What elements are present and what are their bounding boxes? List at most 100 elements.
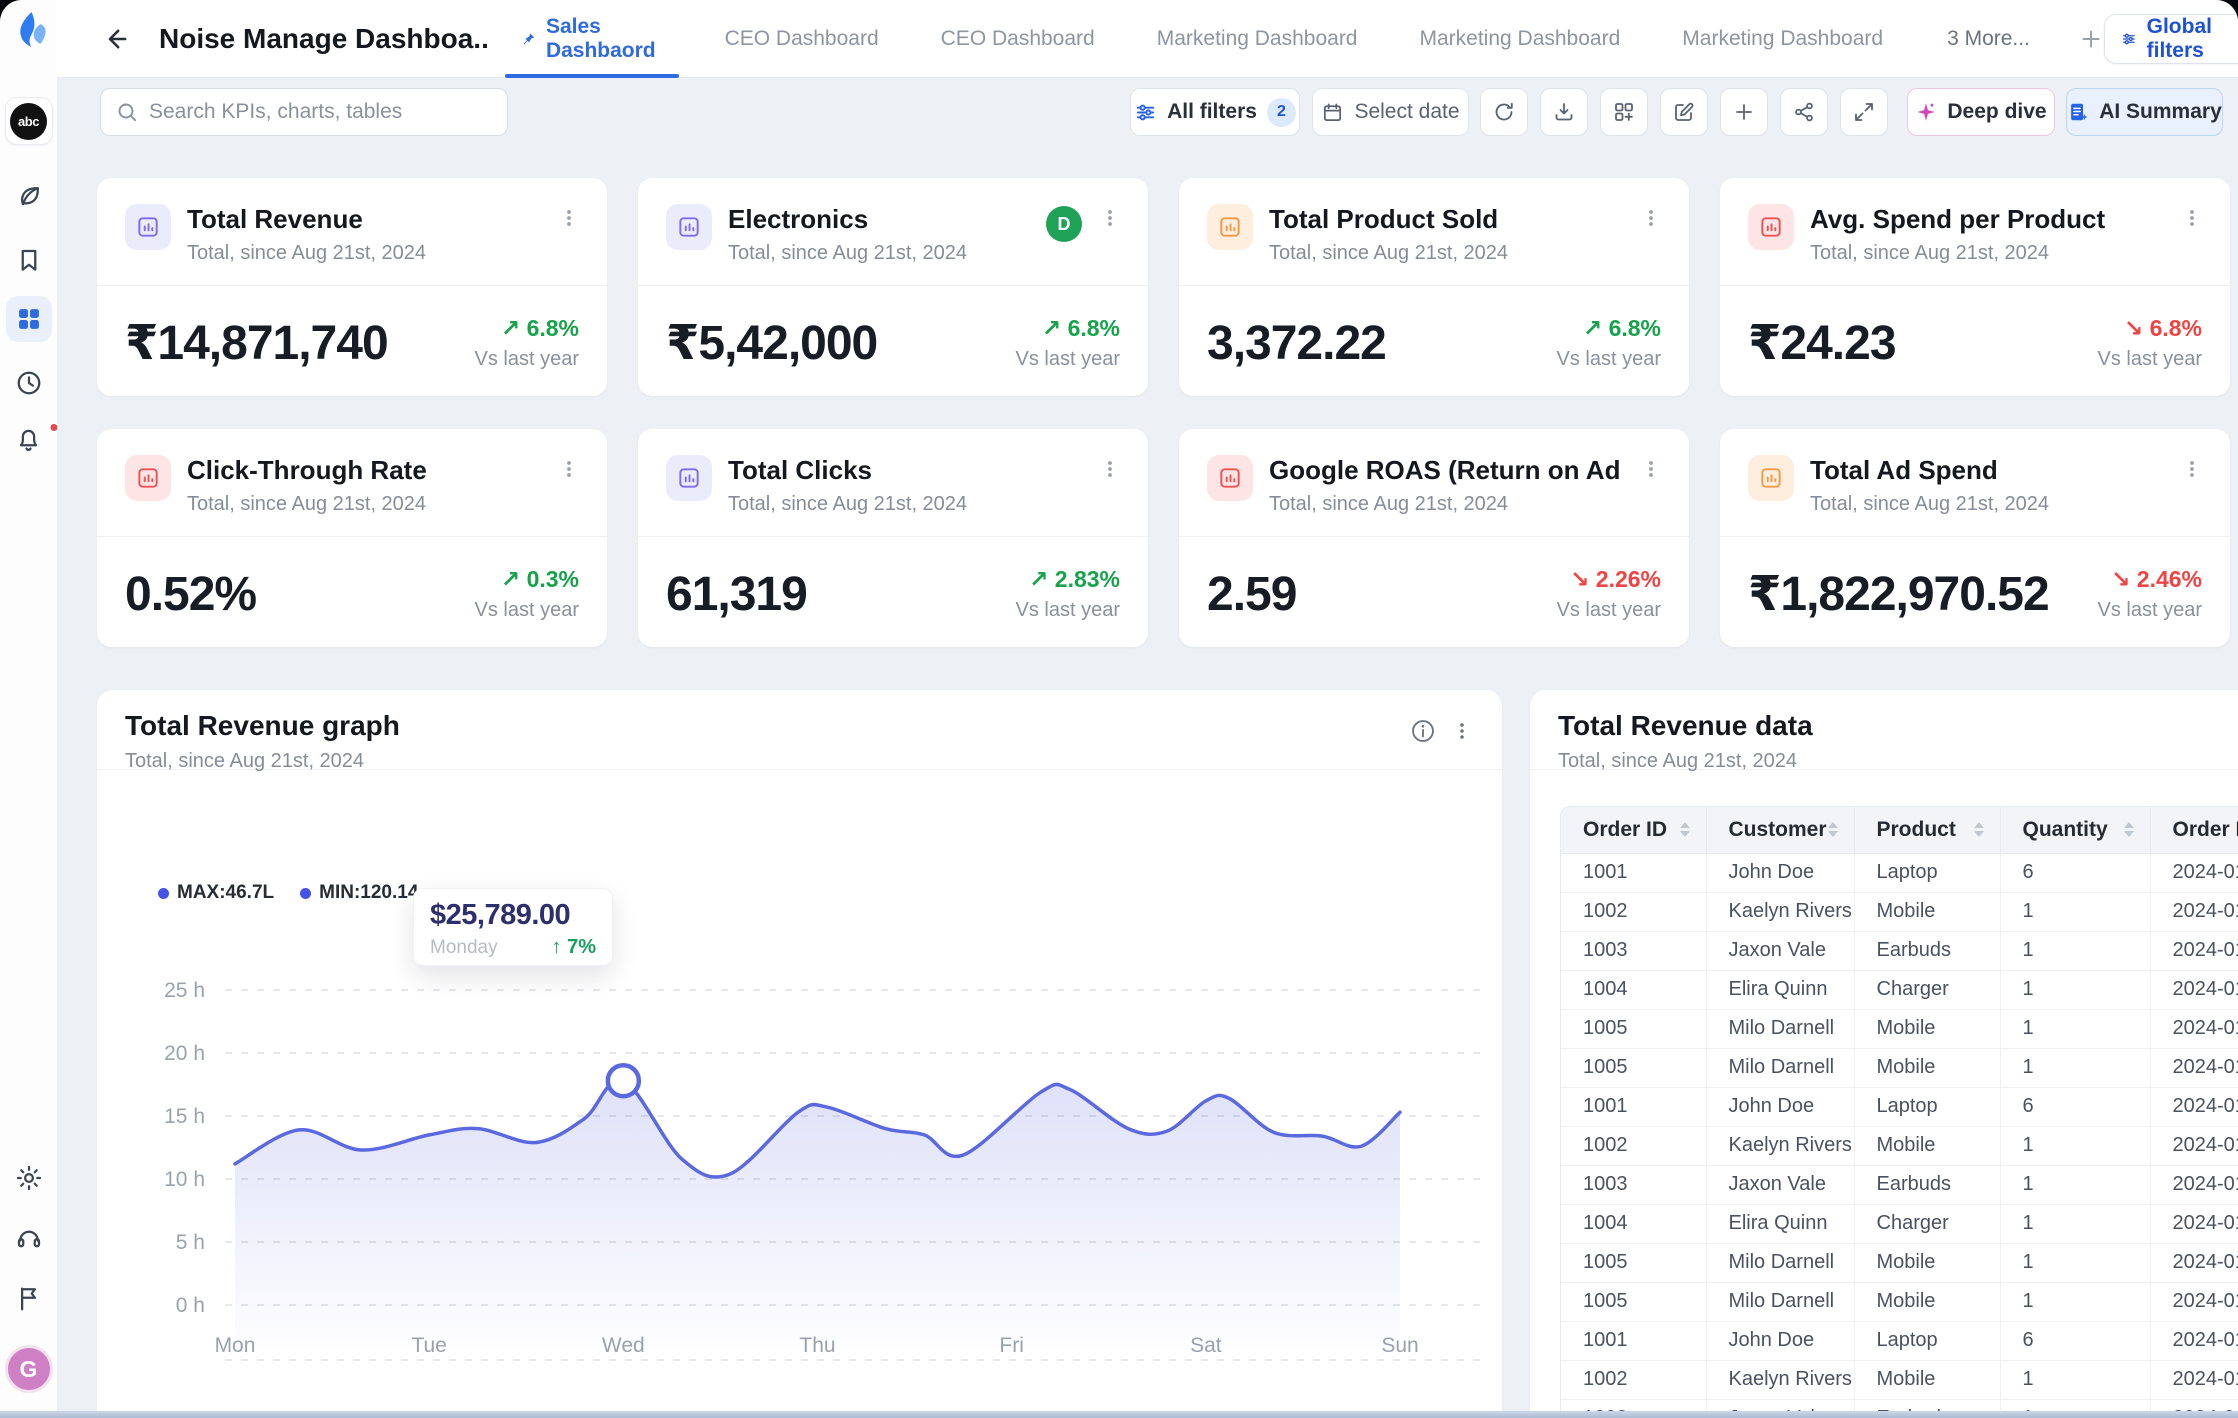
table-title: Total Revenue data: [1558, 710, 1813, 742]
chart-marker[interactable]: [608, 1065, 639, 1096]
table-row[interactable]: 1005Milo DarnellMobile12024-01-: [1561, 1282, 2238, 1321]
kpi-delta: ↗ 6.8%: [475, 315, 579, 342]
gear-icon: [14, 1163, 44, 1193]
sidebar-item-settings[interactable]: [14, 1163, 44, 1193]
sort-icon[interactable]: [2124, 822, 2134, 837]
kebab-menu-icon[interactable]: [1639, 457, 1663, 481]
share-button[interactable]: [1780, 88, 1828, 136]
all-filters-button[interactable]: All filters 2: [1130, 88, 1300, 136]
all-filters-count: 2: [1267, 98, 1296, 127]
table-row[interactable]: 1005Milo DarnellMobile12024-01-: [1561, 1048, 2238, 1087]
filters-icon: [1134, 101, 1157, 124]
global-filters-button[interactable]: Global filters 6: [2104, 14, 2238, 64]
app-logo-icon[interactable]: [7, 8, 51, 56]
workspace-badge[interactable]: abc: [5, 97, 53, 145]
sidebar-item-dashboards[interactable]: [6, 296, 52, 342]
select-date-label: Select date: [1354, 100, 1459, 124]
add-button[interactable]: [1720, 88, 1768, 136]
sort-icon[interactable]: [1680, 822, 1690, 837]
user-avatar[interactable]: G: [5, 1345, 53, 1393]
kpi-subtitle: Total, since Aug 21st, 2024: [1269, 493, 1623, 516]
kpi-value: 3,372.22: [1207, 316, 1386, 371]
tab-marketing-dashboard-1[interactable]: Marketing Dashboard: [1157, 27, 1358, 51]
kpi-compare: Vs last year: [1557, 599, 1661, 622]
edit-button[interactable]: [1660, 88, 1708, 136]
kpi-title: Total Product Sold: [1269, 204, 1623, 235]
kpi-delta: ↗ 0.3%: [475, 566, 579, 593]
tab-ceo-dashboard-1[interactable]: CEO Dashboard: [725, 27, 879, 51]
kebab-menu-icon[interactable]: [1098, 206, 1122, 230]
column-header-order-id[interactable]: Order ID: [1561, 807, 1706, 853]
sidebar-item-notifications[interactable]: [0, 424, 57, 454]
tab-marketing-dashboard-3[interactable]: Marketing Dashboard: [1682, 27, 1883, 51]
tab-ceo-dashboard-2[interactable]: CEO Dashboard: [941, 27, 1095, 51]
kebab-menu-icon[interactable]: [2180, 457, 2204, 481]
refresh-icon: [1492, 100, 1516, 124]
kebab-menu-icon[interactable]: [557, 457, 581, 481]
search-input[interactable]: [149, 100, 493, 124]
select-date-button[interactable]: Select date: [1312, 88, 1469, 136]
sidebar-item-feedback[interactable]: [14, 1283, 44, 1313]
kpi-compare: Vs last year: [1016, 599, 1120, 622]
table-row[interactable]: 1003Jaxon ValeEarbuds12024-01-: [1561, 931, 2238, 970]
sort-icon[interactable]: [1974, 822, 1984, 837]
table-row[interactable]: 1002Kaelyn RiversMobile12024-01-: [1561, 1360, 2238, 1399]
back-button[interactable]: [103, 23, 131, 55]
sidebar-item-saved[interactable]: [14, 245, 44, 275]
calendar-icon: [1321, 101, 1344, 124]
kebab-menu-icon[interactable]: [1639, 206, 1663, 230]
search-icon: [115, 100, 139, 124]
table-row[interactable]: 1005Milo DarnellMobile12024-01-: [1561, 1243, 2238, 1282]
tab-sales-dashboard[interactable]: Sales Dashbaord: [521, 0, 663, 78]
download-button[interactable]: [1540, 88, 1588, 136]
kpi-subtitle: Total, since Aug 21st, 2024: [1810, 242, 2164, 265]
fullscreen-button[interactable]: [1840, 88, 1888, 136]
sort-icon[interactable]: [1828, 822, 1838, 837]
legend-dot: [158, 888, 169, 899]
back-arrow-icon: [103, 25, 131, 53]
kebab-menu-icon[interactable]: [1098, 457, 1122, 481]
kebab-menu-icon[interactable]: [557, 206, 581, 230]
more-tabs-button[interactable]: 3 More...: [1947, 27, 2030, 51]
sidebar-item-branding[interactable]: [14, 182, 44, 212]
table-row[interactable]: 1001John DoeLaptop62024-01-: [1561, 853, 2238, 892]
table-row[interactable]: 1005Milo DarnellMobile12024-01-: [1561, 1009, 2238, 1048]
kpi-delta: ↗ 2.83%: [1016, 566, 1120, 593]
leaf-icon: [14, 182, 44, 212]
table-row[interactable]: 1001John DoeLaptop62024-01-: [1561, 1321, 2238, 1360]
table-row[interactable]: 1001John DoeLaptop62024-01-: [1561, 1087, 2238, 1126]
column-header-quantity[interactable]: Quantity: [2000, 807, 2150, 853]
bar-chart-icon: [1207, 204, 1253, 250]
table-row[interactable]: 1004Elira QuinnCharger12024-01-: [1561, 970, 2238, 1009]
sidebar-item-support[interactable]: [14, 1223, 44, 1253]
table-row[interactable]: 1003Jaxon ValeEarbuds12024-01-: [1561, 1165, 2238, 1204]
kpi-delta: ↘ 2.26%: [1557, 566, 1661, 593]
column-header-order-date[interactable]: Order Date: [2150, 807, 2238, 853]
sidebar-item-history[interactable]: [14, 368, 44, 398]
tab-marketing-dashboard-2[interactable]: Marketing Dashboard: [1420, 27, 1621, 51]
table-row[interactable]: 1004Elira QuinnCharger12024-01-: [1561, 1204, 2238, 1243]
table-row[interactable]: 1002Kaelyn RiversMobile12024-01-: [1561, 892, 2238, 931]
global-filters-label: Global filters: [2147, 15, 2231, 63]
sparkle-icon: [1915, 101, 1937, 123]
revenue-chart[interactable]: MAX:46.7L MIN:120.14 25 h20 h15 h10 h5 h…: [97, 770, 1502, 1418]
kpi-subtitle: Total, since Aug 21st, 2024: [728, 242, 1030, 265]
kpi-card-total-product-sold: Total Product Sold Total, since Aug 21st…: [1179, 178, 1689, 396]
ai-summary-button[interactable]: AI Summary: [2066, 88, 2223, 136]
table-row[interactable]: 1002Kaelyn RiversMobile12024-01-: [1561, 1126, 2238, 1165]
refresh-button[interactable]: [1480, 88, 1528, 136]
table-subtitle: Total, since Aug 21st, 2024: [1558, 750, 1813, 773]
add-widget-button[interactable]: [1600, 88, 1648, 136]
kpi-compare: Vs last year: [2098, 599, 2202, 622]
kebab-menu-icon[interactable]: [1450, 719, 1474, 743]
deep-dive-button[interactable]: Deep dive: [1907, 88, 2055, 136]
add-tab-button[interactable]: [2078, 26, 2104, 52]
search-bar[interactable]: [100, 88, 508, 136]
column-header-product[interactable]: Product: [1854, 807, 2000, 853]
info-icon[interactable]: [1410, 718, 1436, 744]
kpi-subtitle: Total, since Aug 21st, 2024: [187, 242, 541, 265]
kpi-value: ₹24.23: [1748, 315, 1896, 371]
column-header-customer[interactable]: Customer: [1706, 807, 1854, 853]
top-bar: Noise Manage Dashboa.. Sales Dashbaord C…: [57, 0, 2238, 78]
kebab-menu-icon[interactable]: [2180, 206, 2204, 230]
